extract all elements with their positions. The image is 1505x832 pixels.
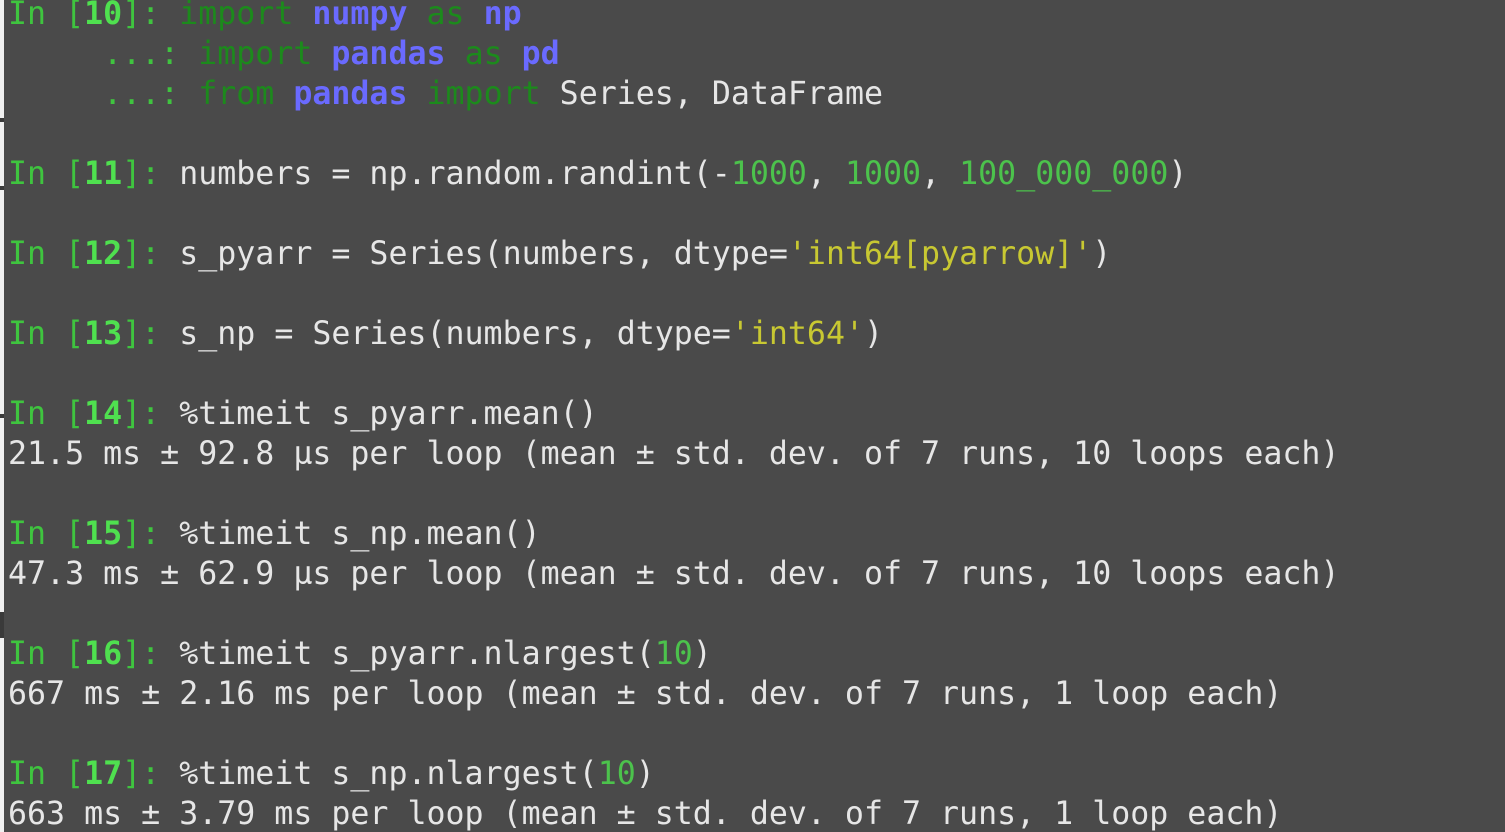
input-line: In [17]: %timeit s_np.nlargest(10): [8, 756, 655, 792]
input-line: ...: from pandas import Series, DataFram…: [103, 76, 884, 112]
output-line: 667 ms ± 2.16 ms per loop (mean ± std. d…: [8, 676, 1283, 712]
input-line: In [14]: %timeit s_pyarr.mean(): [8, 396, 598, 432]
window-edge: [0, 0, 4, 832]
input-line: In [11]: numbers = np.random.randint(-10…: [8, 156, 1188, 192]
output-line: 663 ms ± 3.79 ms per loop (mean ± std. d…: [8, 796, 1283, 832]
input-line: In [16]: %timeit s_pyarr.nlargest(10): [8, 636, 712, 672]
output-line: 47.3 ms ± 62.9 µs per loop (mean ± std. …: [8, 556, 1340, 592]
input-line: In [12]: s_pyarr = Series(numbers, dtype…: [8, 236, 1112, 272]
input-line: In [13]: s_np = Series(numbers, dtype='i…: [8, 316, 884, 352]
output-line: 21.5 ms ± 92.8 µs per loop (mean ± std. …: [8, 436, 1340, 472]
input-line: ...: import pandas as pd: [103, 36, 560, 72]
input-line: In [10]: import numpy as np: [8, 0, 522, 32]
ipython-terminal[interactable]: In [10]: import numpy as np ...: import …: [0, 0, 1505, 832]
input-line: In [15]: %timeit s_np.mean(): [8, 516, 541, 552]
